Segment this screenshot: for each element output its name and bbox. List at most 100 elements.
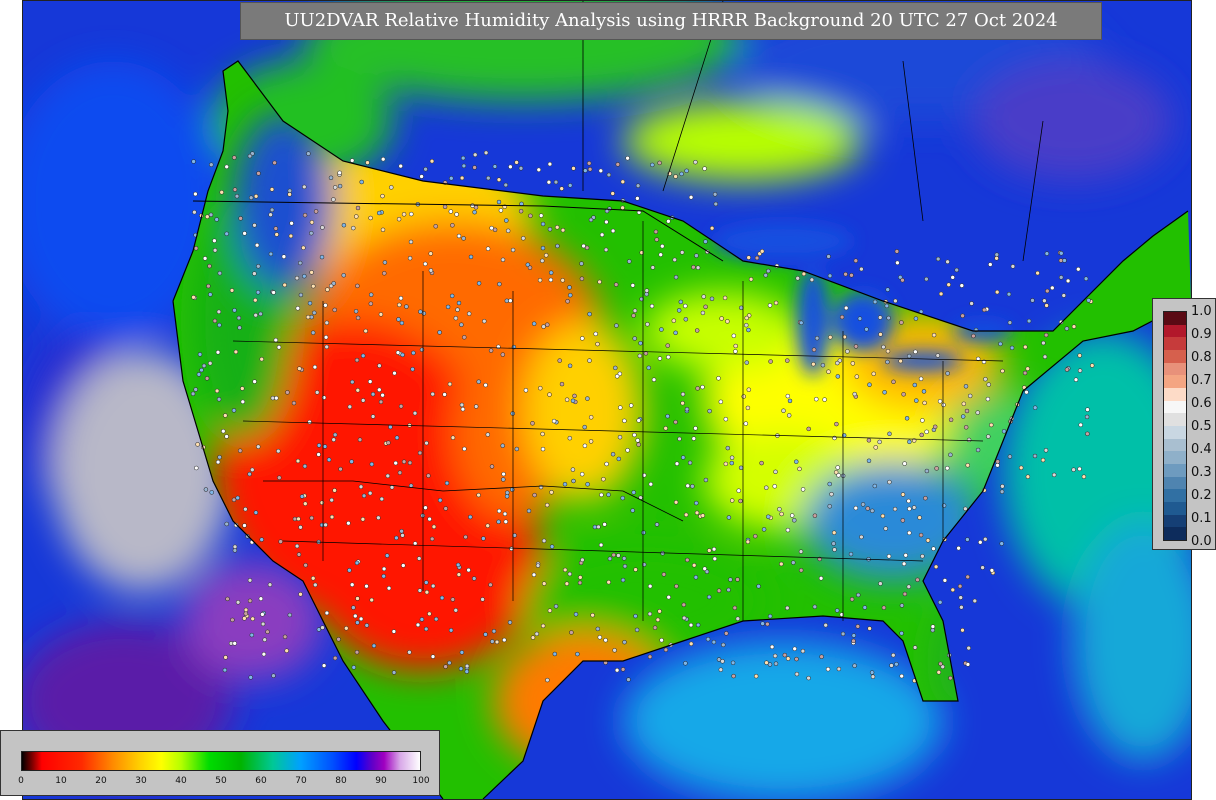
bottom-colorbar-tick-label: 80 xyxy=(335,776,347,786)
station-dot xyxy=(677,436,682,442)
station-dot xyxy=(540,221,546,227)
station-dot xyxy=(523,388,529,393)
station-dot xyxy=(792,518,797,523)
station-dot xyxy=(832,547,837,552)
station-dot xyxy=(872,483,878,489)
station-dot xyxy=(284,648,289,653)
station-dot xyxy=(834,608,840,613)
station-dot xyxy=(461,163,467,169)
station-dot xyxy=(718,667,724,672)
bottom-colorbar-tick-label: 0 xyxy=(18,776,24,786)
station-dot xyxy=(503,519,509,524)
station-dot xyxy=(338,466,343,472)
station-dot xyxy=(959,605,964,610)
station-dot xyxy=(442,392,447,397)
station-dot xyxy=(306,151,311,156)
station-dot xyxy=(651,377,657,382)
station-dot xyxy=(567,363,573,369)
station-dot xyxy=(731,673,736,679)
station-dot xyxy=(785,393,791,399)
station-dot xyxy=(547,392,552,397)
station-dot xyxy=(332,488,337,493)
station-dot xyxy=(1023,344,1028,350)
station-dot xyxy=(341,222,347,228)
station-dot xyxy=(586,161,592,166)
station-dot xyxy=(703,304,708,310)
station-dot xyxy=(989,422,994,428)
station-dot xyxy=(232,308,237,313)
station-dot xyxy=(625,155,630,161)
station-dot xyxy=(658,252,663,257)
station-dot xyxy=(369,461,375,467)
station-dot xyxy=(377,387,382,393)
station-dot xyxy=(326,457,332,462)
station-dot xyxy=(497,281,502,287)
station-dot xyxy=(950,275,955,280)
station-dot xyxy=(565,299,570,304)
station-dot xyxy=(620,667,626,672)
station-dot xyxy=(309,220,315,225)
station-dot xyxy=(419,347,425,352)
station-dot xyxy=(587,167,593,172)
station-dot xyxy=(695,386,700,391)
station-dot xyxy=(535,563,541,568)
station-dot xyxy=(247,153,253,159)
station-dot xyxy=(546,179,552,185)
station-dot xyxy=(252,271,257,276)
station-dot xyxy=(942,578,948,583)
station-dot xyxy=(806,675,811,681)
station-dot xyxy=(885,359,890,365)
station-dot xyxy=(831,530,837,535)
station-dot xyxy=(237,325,242,330)
station-dot xyxy=(388,424,393,430)
station-dot xyxy=(657,160,662,166)
station-dot xyxy=(593,331,598,337)
station-dot xyxy=(814,396,819,402)
station-dot xyxy=(728,577,733,582)
station-dot xyxy=(826,369,831,374)
station-dot xyxy=(616,456,622,462)
station-dot xyxy=(205,214,210,219)
station-dot xyxy=(488,348,494,353)
station-dot xyxy=(209,162,214,167)
station-dot xyxy=(412,410,418,416)
station-dot xyxy=(282,634,288,640)
station-dot xyxy=(647,654,653,660)
station-dot xyxy=(419,174,424,179)
station-dot xyxy=(906,584,912,589)
station-dot xyxy=(323,335,329,340)
side-colorbar-swatch xyxy=(1164,502,1186,515)
side-colorbar-swatch xyxy=(1164,324,1186,338)
station-dot xyxy=(298,592,303,597)
station-dot xyxy=(719,316,724,321)
station-dot xyxy=(393,460,398,466)
station-dot xyxy=(666,594,671,600)
station-dot xyxy=(331,437,336,442)
station-dot xyxy=(1076,266,1081,272)
station-dot xyxy=(400,352,405,358)
station-dot xyxy=(368,215,373,221)
station-dot xyxy=(258,311,263,317)
station-dot xyxy=(866,458,872,464)
station-dot xyxy=(199,367,204,373)
station-dot xyxy=(785,358,790,363)
station-dot xyxy=(253,312,258,318)
station-dot xyxy=(618,405,623,410)
station-dot xyxy=(663,426,668,431)
station-dot xyxy=(309,230,314,236)
station-dot xyxy=(209,490,214,495)
station-dot xyxy=(271,673,276,678)
station-dot xyxy=(433,616,439,622)
station-dot xyxy=(723,461,729,467)
station-dot xyxy=(1065,278,1071,284)
station-dot xyxy=(1000,368,1005,374)
station-dot xyxy=(632,432,637,438)
station-dot xyxy=(368,301,374,306)
station-dot xyxy=(225,596,230,602)
station-dot xyxy=(681,615,687,621)
station-dot xyxy=(1025,366,1030,371)
station-dot xyxy=(1035,270,1040,276)
station-dot xyxy=(729,455,735,460)
station-dot xyxy=(229,288,235,293)
station-dot xyxy=(862,605,868,610)
